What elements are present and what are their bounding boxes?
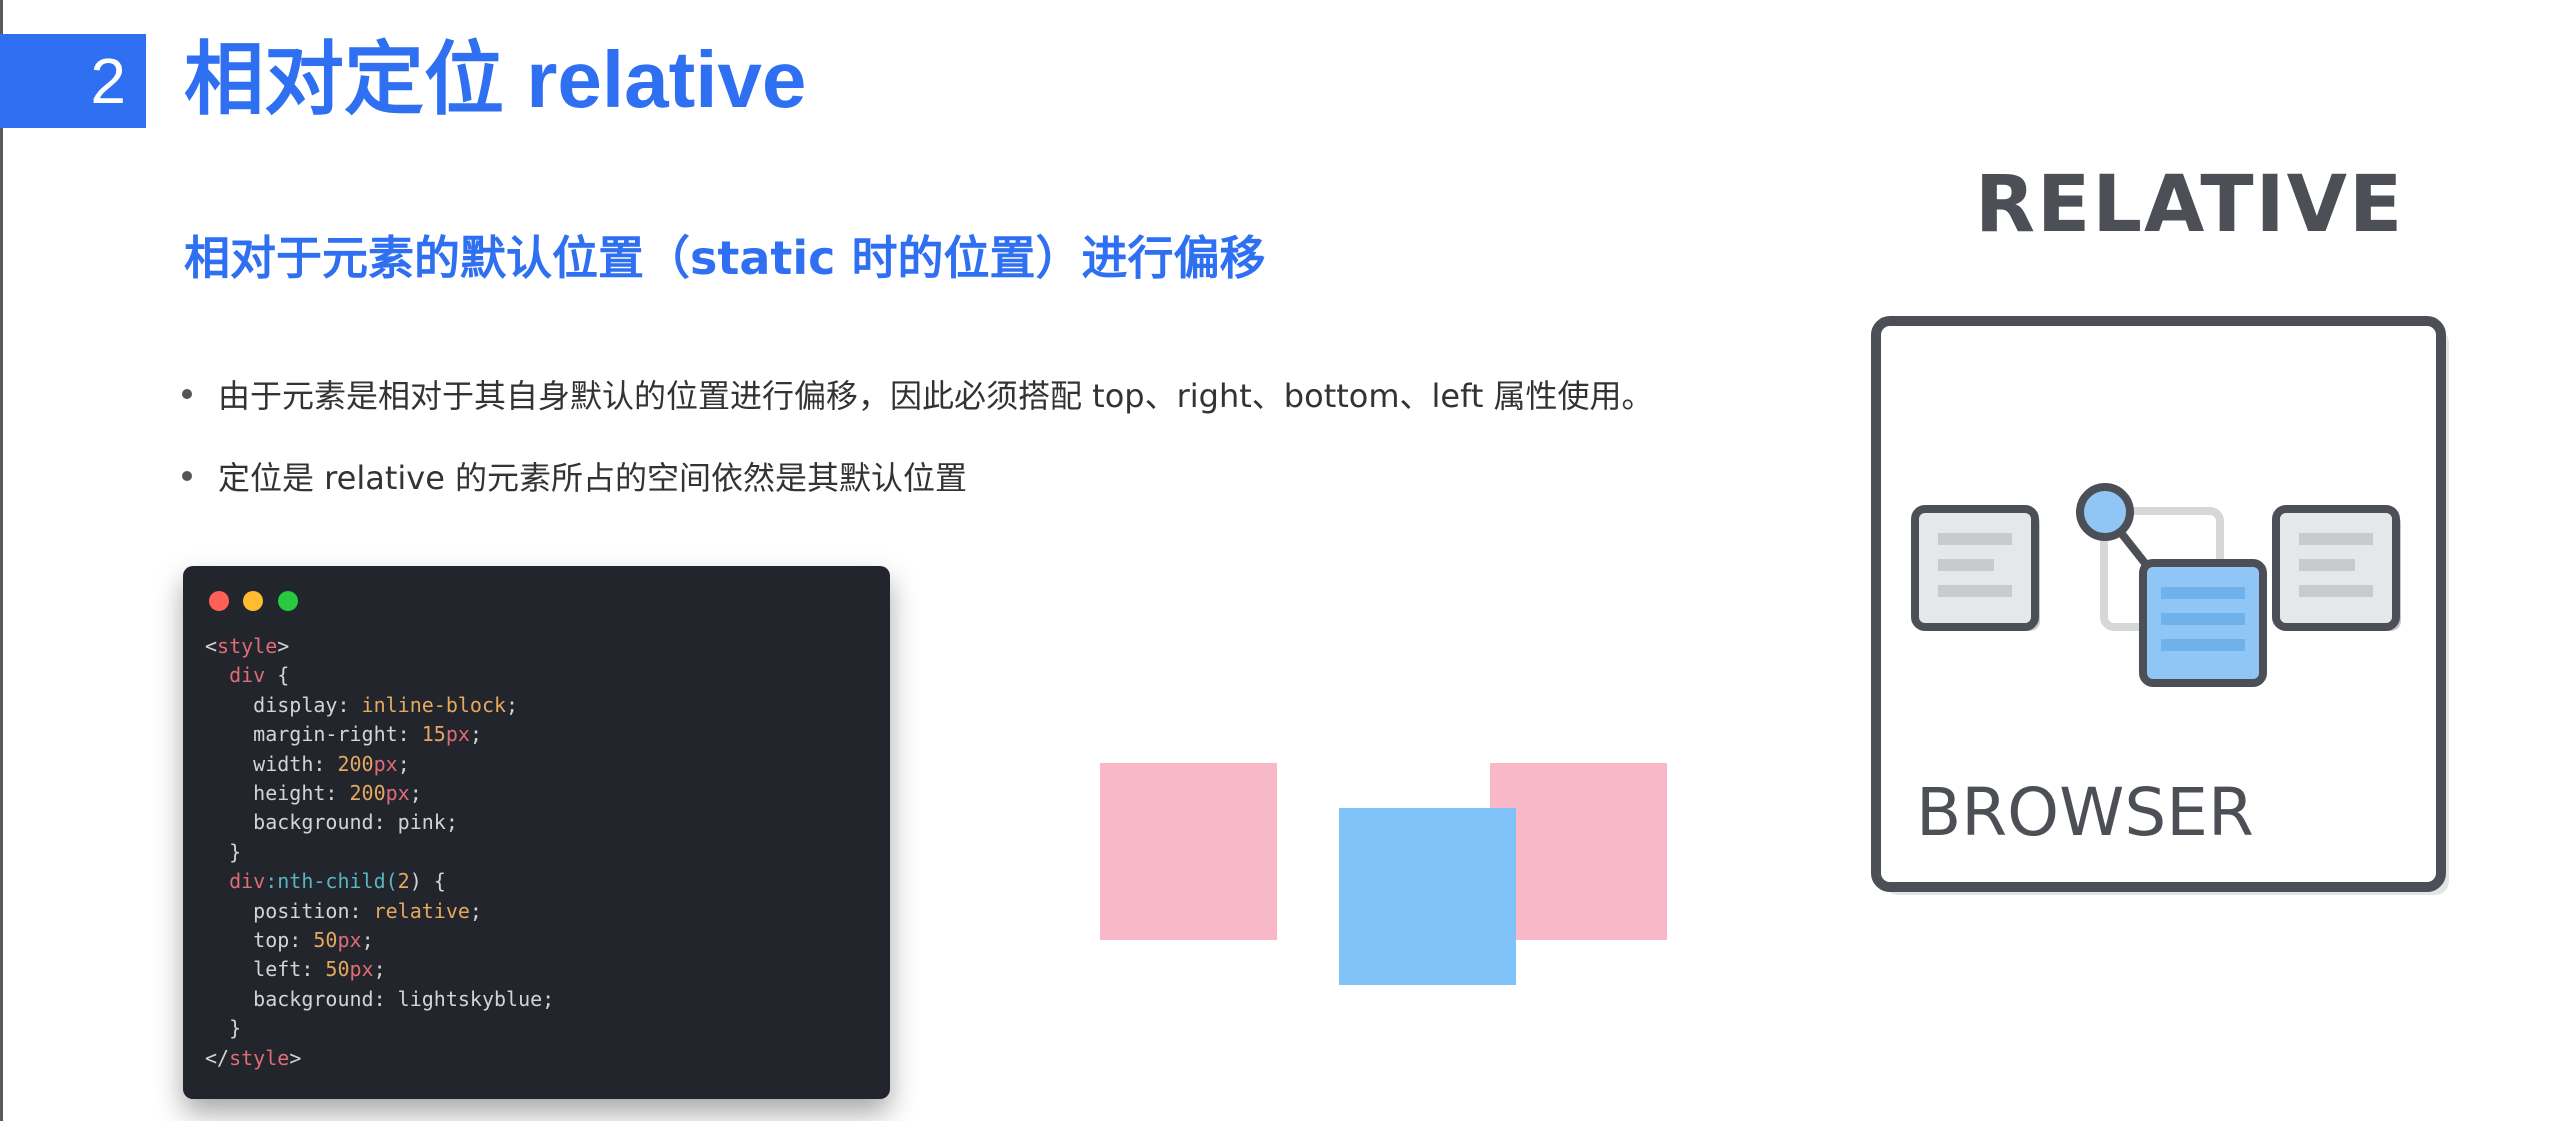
left-edge-bar bbox=[0, 0, 3, 1121]
bullet-item: 由于元素是相对于其自身默认的位置进行偏移，因此必须搭配 top、right、bo… bbox=[182, 370, 1654, 418]
bullet-text: 由于元素是相对于其自身默认的位置进行偏移，因此必须搭配 top、right、bo… bbox=[218, 377, 1654, 415]
relative-block-icon bbox=[2139, 559, 2267, 687]
demo-box-pink-1 bbox=[1100, 763, 1277, 940]
code-block: <style> div { display: inline-block; mar… bbox=[205, 634, 555, 1070]
browser-label: BROWSER bbox=[1916, 774, 2254, 851]
bullet-dot-icon bbox=[182, 389, 192, 399]
browser-illustration: BROWSER bbox=[1871, 316, 2449, 895]
code-window: <style> div { display: inline-block; mar… bbox=[183, 566, 890, 1099]
page-title: 相对定位 relative bbox=[184, 35, 807, 124]
bullet-dot-icon bbox=[182, 471, 192, 481]
subtitle: 相对于元素的默认位置（static 时的位置）进行偏移 bbox=[184, 231, 1266, 285]
relative-heading: RELATIVE bbox=[1975, 160, 2405, 250]
demo-box-pink-3 bbox=[1490, 763, 1667, 940]
static-block-right-icon bbox=[2272, 505, 2401, 631]
demo-box-blue-relative bbox=[1339, 808, 1516, 985]
static-block-left-icon bbox=[1911, 505, 2040, 631]
anchor-point-icon bbox=[2076, 483, 2134, 541]
window-close-dot-icon bbox=[209, 591, 229, 611]
window-minimize-dot-icon bbox=[243, 591, 263, 611]
bullet-text: 定位是 relative 的元素所占的空间依然是其默认位置 bbox=[218, 459, 968, 497]
window-maximize-dot-icon bbox=[278, 591, 298, 611]
bullet-list: 由于元素是相对于其自身默认的位置进行偏移，因此必须搭配 top、right、bo… bbox=[182, 370, 1654, 534]
bullet-item: 定位是 relative 的元素所占的空间依然是其默认位置 bbox=[182, 452, 1654, 500]
section-number-badge: 2 bbox=[0, 34, 146, 128]
